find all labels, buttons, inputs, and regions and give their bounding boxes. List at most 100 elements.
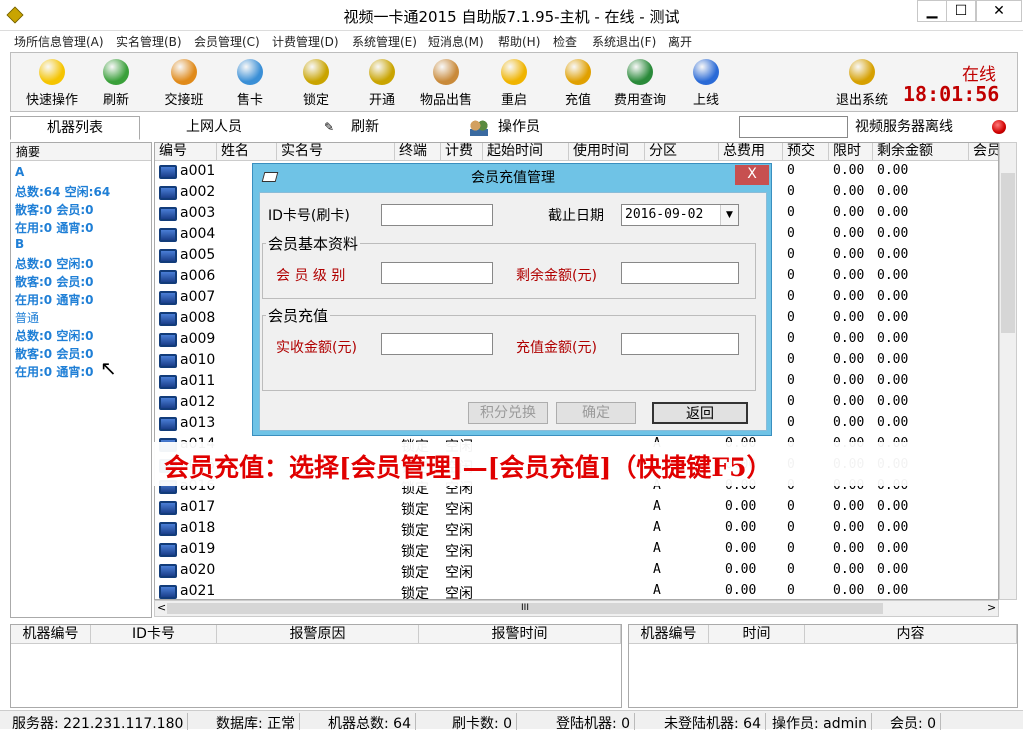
table-row[interactable]: a019 锁定 空闲 A 0.00 0 0.00 0.00 <box>155 540 998 561</box>
mouse-cursor-icon: ↖ <box>100 356 117 380</box>
menu-item-8[interactable]: 系统退出(F) <box>592 33 656 50</box>
monitor-icon <box>159 291 177 305</box>
toolbar-label-1: 刷新 <box>102 93 129 108</box>
toolbar-button-9[interactable]: 费用查询 <box>609 57 671 108</box>
tab-online-users[interactable]: 上网人员 <box>186 116 242 140</box>
horizontal-scrollbar[interactable]: < III > <box>154 600 999 617</box>
total-fee: 0.00 <box>725 541 757 556</box>
table-row[interactable]: a017 锁定 空闲 A 0.00 0 0.00 0.00 <box>155 498 998 519</box>
alarm-panel: 机器编号 ID卡号 报警原因 报警时间 <box>10 624 622 708</box>
toolbar-button-1[interactable]: 刷新 <box>85 57 147 108</box>
summary-line: A <box>15 165 25 179</box>
message-header-1[interactable]: 时间 <box>709 625 805 644</box>
toolbar-button-2[interactable]: 交接班 <box>153 57 215 108</box>
offline-indicator-icon <box>992 120 1006 134</box>
tab-refresh[interactable]: 刷新 <box>351 116 379 140</box>
chevron-down-icon[interactable]: ▼ <box>720 205 738 225</box>
vertical-scroll-thumb[interactable] <box>1001 173 1015 333</box>
balance: 0.00 <box>877 520 909 535</box>
usage-status: 空闲 <box>445 586 473 600</box>
dialog-close-button[interactable]: X <box>735 165 769 185</box>
balance-field[interactable] <box>621 262 739 284</box>
scroll-right-button[interactable]: > <box>987 601 996 614</box>
grid-header-9[interactable]: 预交 <box>783 143 829 161</box>
menu-item-7[interactable]: 检查 <box>553 33 577 50</box>
table-row[interactable]: a021 锁定 空闲 A 0.00 0 0.00 0.00 <box>155 582 998 600</box>
grid-header-4[interactable]: 计费 <box>441 143 483 161</box>
toolbar-button-8[interactable]: 充值 <box>547 57 609 108</box>
scroll-left-button[interactable]: < <box>157 601 166 614</box>
video-server-status: 视频服务器离线 <box>855 119 953 135</box>
table-row[interactable]: a020 锁定 空闲 A 0.00 0 0.00 0.00 <box>155 561 998 582</box>
confirm-button[interactable]: 确定 <box>556 402 636 424</box>
message-header-2[interactable]: 内容 <box>805 625 1017 644</box>
grid-header-1[interactable]: 姓名 <box>217 143 277 161</box>
grid-header-8[interactable]: 总费用 <box>719 143 783 161</box>
toolbar-button-4[interactable]: 锁定 <box>285 57 347 108</box>
recharge-amount-input[interactable] <box>621 333 739 355</box>
balance: 0.00 <box>877 562 909 577</box>
menu-item-1[interactable]: 实名管理(B) <box>116 33 182 50</box>
tab-operator[interactable]: 操作员 <box>498 116 540 140</box>
menu-item-4[interactable]: 系统管理(E) <box>352 33 417 50</box>
monitor-icon <box>159 270 177 284</box>
menu-item-3[interactable]: 计费管理(D) <box>272 33 339 50</box>
grid-header-7[interactable]: 分区 <box>645 143 719 161</box>
coins-icon <box>565 59 591 85</box>
close-button[interactable]: ✕ <box>976 0 1022 22</box>
menu-item-9[interactable]: 离开 <box>668 33 692 50</box>
tab-machines[interactable]: 机器列表 <box>10 116 140 140</box>
alarm-header-2[interactable]: 报警原因 <box>217 625 419 644</box>
toolbar-button-5[interactable]: 开通 <box>351 57 413 108</box>
summary-line: 在用:0 通宵:0 <box>15 365 94 379</box>
monitor-icon <box>159 543 177 557</box>
toolbar-button-11[interactable]: 退出系统 <box>823 57 901 108</box>
time-limit: 0.00 <box>833 268 865 283</box>
id-card-input[interactable] <box>381 204 493 226</box>
toolbar-button-0[interactable]: 快速操作 <box>21 57 83 108</box>
grid-header-11[interactable]: 剩余金额 <box>873 143 969 161</box>
alarm-header-1[interactable]: ID卡号 <box>91 625 217 644</box>
toolbar-button-3[interactable]: 售卡 <box>219 57 281 108</box>
grid-header-3[interactable]: 终端 <box>395 143 441 161</box>
prepay: 0 <box>787 268 795 283</box>
video-server-field <box>739 116 848 138</box>
message-header-0[interactable]: 机器编号 <box>629 625 709 644</box>
time-limit: 0.00 <box>833 247 865 262</box>
grid-header-10[interactable]: 限时 <box>829 143 873 161</box>
maximize-button[interactable]: ☐ <box>946 0 976 22</box>
back-button[interactable]: 返回 <box>652 402 748 424</box>
toolbar-button-7[interactable]: 重启 <box>483 57 545 108</box>
received-amount-input[interactable] <box>381 333 493 355</box>
toolbar-button-10[interactable]: 上线 <box>675 57 737 108</box>
balance: 0.00 <box>877 289 909 304</box>
menu-item-5[interactable]: 短消息(M) <box>428 33 484 50</box>
toolbar-button-6[interactable]: 物品出售 <box>415 57 477 108</box>
menu-item-2[interactable]: 会员管理(C) <box>194 33 260 50</box>
horizontal-scroll-thumb[interactable]: III <box>167 603 883 614</box>
balance: 0.00 <box>877 415 909 430</box>
summary-line: 总数:0 空闲:0 <box>15 257 94 271</box>
minimize-button[interactable]: ▁ <box>917 0 947 22</box>
menu-item-0[interactable]: 场所信息管理(A) <box>14 33 104 50</box>
time-limit: 0.00 <box>833 583 865 598</box>
grid-header-5[interactable]: 起始时间 <box>483 143 569 161</box>
grid-header-0[interactable]: 编号 <box>155 143 217 161</box>
grid-header-6[interactable]: 使用时间 <box>569 143 645 161</box>
menu-item-6[interactable]: 帮助(H) <box>498 33 540 50</box>
grid-header-12[interactable]: 会员 <box>969 143 998 161</box>
table-row[interactable]: a018 锁定 空闲 A 0.00 0 0.00 0.00 <box>155 519 998 540</box>
message-panel: 机器编号 时间 内容 <box>628 624 1018 708</box>
member-level-field[interactable] <box>381 262 493 284</box>
zone: A <box>653 520 661 535</box>
points-exchange-button[interactable]: 积分兑换 <box>468 402 548 424</box>
summary-line: B <box>15 237 25 251</box>
balance: 0.00 <box>877 247 909 262</box>
alarm-header-3[interactable]: 报警时间 <box>419 625 621 644</box>
deadline-combo[interactable]: 2016-09-02 ▼ <box>621 204 739 226</box>
time-limit: 0.00 <box>833 289 865 304</box>
grid-header-2[interactable]: 实名号 <box>277 143 395 161</box>
status-item-3: 刷卡数: 0 <box>448 713 518 732</box>
alarm-header-0[interactable]: 机器编号 <box>11 625 91 644</box>
vertical-scrollbar[interactable] <box>999 142 1017 600</box>
